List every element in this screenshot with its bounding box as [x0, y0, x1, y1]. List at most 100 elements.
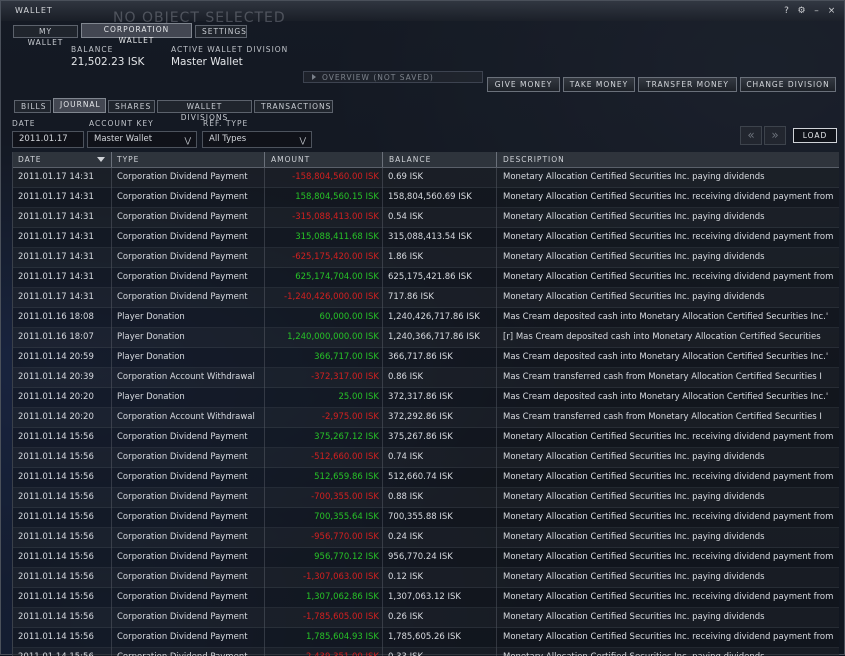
table-row[interactable]: 2011.01.17 14:31 Corporation Dividend Pay… [13, 188, 839, 208]
column-divider[interactable] [496, 152, 497, 167]
table-row[interactable]: 2011.01.14 15:56 Corporation Dividend Pay… [13, 528, 839, 548]
header-balance[interactable]: BALANCE [389, 155, 431, 164]
header-date[interactable]: DATE [18, 155, 42, 164]
table-row[interactable]: 2011.01.14 20:20 Player Donation 25.00 ISK… [13, 388, 839, 408]
tab-wallet-divisions[interactable]: WALLET DIVISIONS [157, 100, 252, 122]
tab-shares[interactable]: SHARES [108, 100, 155, 113]
table-row[interactable]: 2011.01.14 15:56 Corporation Dividend Pay… [13, 468, 839, 488]
row-amount: 512,659.86 ISK [314, 472, 379, 482]
column-divider[interactable] [264, 152, 265, 167]
row-type: Corporation Dividend Payment [117, 212, 248, 222]
transfer-money-button[interactable]: TRANSFER MONEY [638, 77, 737, 92]
tab-bills[interactable]: BILLS [14, 100, 51, 113]
account-key-value: Master Wallet [94, 134, 153, 144]
table-row[interactable]: 2011.01.17 14:31 Corporation Dividend Pay… [13, 248, 839, 268]
row-type: Corporation Dividend Payment [117, 512, 248, 522]
table-row[interactable]: 2011.01.17 14:31 Corporation Dividend Pay… [13, 168, 839, 188]
row-date: 2011.01.14 15:56 [18, 492, 94, 502]
tab-my-wallet[interactable]: MY WALLET [13, 25, 78, 47]
row-amount: 366,717.00 ISK [314, 352, 379, 362]
row-date: 2011.01.14 15:56 [18, 512, 94, 522]
row-balance: 1,240,366,717.86 ISK [388, 332, 480, 342]
give-money-button[interactable]: GIVE MONEY [487, 77, 560, 92]
take-money-button[interactable]: TAKE MONEY [563, 77, 635, 92]
active-division-value: Master Wallet [171, 56, 243, 68]
options-icon[interactable]: ⚙ [797, 6, 806, 16]
table-row[interactable]: 2011.01.14 20:20 Corporation Account With… [13, 408, 839, 428]
ref-type-dropdown[interactable]: All Types ⋁ [202, 131, 312, 148]
row-balance: 315,088,413.54 ISK [388, 232, 472, 242]
row-amount: -2,439,351.00 ISK [263, 652, 379, 656]
table-row[interactable]: 2011.01.14 15:56 Corporation Dividend Pay… [13, 508, 839, 528]
table-row[interactable]: 2011.01.17 14:31 Corporation Dividend Pay… [13, 228, 839, 248]
header-description[interactable]: DESCRIPTION [503, 155, 565, 164]
load-button[interactable]: LOAD [793, 128, 837, 143]
column-divider[interactable] [382, 152, 383, 167]
row-date: 2011.01.14 20:20 [18, 412, 94, 422]
table-row[interactable]: 2011.01.17 14:31 Corporation Dividend Pay… [13, 268, 839, 288]
previous-page-icon[interactable]: « [740, 126, 762, 145]
balance-label: BALANCE [71, 45, 114, 54]
row-amount: 1,785,604.93 ISK [306, 632, 379, 642]
row-date: 2011.01.14 15:56 [18, 592, 94, 602]
row-description: Monetary Allocation Certified Securities… [503, 432, 834, 442]
tab-transactions[interactable]: TRANSACTIONS [254, 100, 333, 113]
row-date: 2011.01.17 14:31 [18, 272, 94, 282]
row-type: Corporation Dividend Payment [117, 172, 248, 182]
row-type: Corporation Dividend Payment [117, 632, 248, 642]
table-row[interactable]: 2011.01.14 20:59 Player Donation 366,717.0… [13, 348, 839, 368]
change-division-button[interactable]: CHANGE DIVISION [740, 77, 836, 92]
row-amount: 1,240,000,000.00 ISK [287, 332, 379, 342]
header-amount[interactable]: AMOUNT [271, 155, 310, 164]
table-row[interactable]: 2011.01.16 18:07 Player Donation 1,240,000… [13, 328, 839, 348]
row-balance: 717.86 ISK [388, 292, 434, 302]
ref-type-value: All Types [209, 134, 247, 144]
column-divider[interactable] [111, 152, 112, 167]
tab-settings[interactable]: SETTINGS [195, 25, 247, 38]
row-description: Mas Cream deposited cash into Monetary A… [503, 352, 829, 362]
row-amount: 956,770.12 ISK [314, 552, 379, 562]
table-row[interactable]: 2011.01.14 15:56 Corporation Dividend Pay… [13, 548, 839, 568]
table-row[interactable]: 2011.01.14 20:39 Corporation Account With… [13, 368, 839, 388]
date-input[interactable]: 2011.01.17 [12, 131, 84, 148]
table-row[interactable]: 2011.01.16 18:08 Player Donation 60,000.00… [13, 308, 839, 328]
table-row[interactable]: 2011.01.14 15:56 Corporation Dividend Pay… [13, 428, 839, 448]
row-type: Player Donation [117, 312, 185, 322]
row-date: 2011.01.14 15:56 [18, 532, 94, 542]
table-row[interactable]: 2011.01.14 15:56 Corporation Dividend Pay… [13, 608, 839, 628]
overview-toggle[interactable]: OVERVIEW (NOT SAVED) [303, 71, 483, 83]
account-key-dropdown[interactable]: Master Wallet ⋁ [87, 131, 197, 148]
row-type: Corporation Dividend Payment [117, 572, 248, 582]
row-description: Monetary Allocation Certified Securities… [503, 612, 765, 622]
row-date: 2011.01.14 20:59 [18, 352, 94, 362]
row-balance: 1.86 ISK [388, 252, 424, 262]
journal-table: DATE TYPE AMOUNT BALANCE DESCRIPTION 201… [12, 152, 839, 656]
row-description: Mas Cream deposited cash into Monetary A… [503, 392, 829, 402]
minimize-icon[interactable]: – [812, 6, 821, 16]
tab-journal[interactable]: JOURNAL [53, 98, 106, 113]
row-balance: 512,660.74 ISK [388, 472, 453, 482]
row-date: 2011.01.17 14:31 [18, 172, 94, 182]
row-type: Corporation Dividend Payment [117, 552, 248, 562]
table-row[interactable]: 2011.01.14 15:56 Corporation Dividend Pay… [13, 568, 839, 588]
chevron-down-icon: ⋁ [299, 136, 306, 145]
row-amount: 700,355.64 ISK [314, 512, 379, 522]
row-amount: -2,975.00 ISK [321, 412, 379, 422]
account-key-label: ACCOUNT KEY [89, 119, 154, 128]
row-description: Monetary Allocation Certified Securities… [503, 272, 834, 282]
row-date: 2011.01.17 14:31 [18, 252, 94, 262]
table-row[interactable]: 2011.01.17 14:31 Corporation Dividend Pay… [13, 208, 839, 228]
table-row[interactable]: 2011.01.14 15:56 Corporation Dividend Pay… [13, 488, 839, 508]
table-row[interactable]: 2011.01.14 15:56 Corporation Dividend Pay… [13, 448, 839, 468]
expand-triangle-icon [312, 74, 316, 80]
row-type: Corporation Dividend Payment [117, 252, 248, 262]
header-type[interactable]: TYPE [117, 155, 139, 164]
row-amount: 1,307,062.86 ISK [306, 592, 379, 602]
tab-corporation-wallet[interactable]: CORPORATION WALLET [81, 23, 192, 45]
table-row[interactable]: 2011.01.14 15:56 Corporation Dividend Pay… [13, 588, 839, 608]
close-icon[interactable]: × [827, 6, 836, 16]
next-page-icon[interactable]: » [764, 126, 786, 145]
help-icon[interactable]: ? [782, 6, 791, 16]
table-row[interactable]: 2011.01.17 14:31 Corporation Dividend Pay… [13, 288, 839, 308]
table-row[interactable]: 2011.01.14 15:56 Corporation Dividend Pay… [13, 628, 839, 648]
